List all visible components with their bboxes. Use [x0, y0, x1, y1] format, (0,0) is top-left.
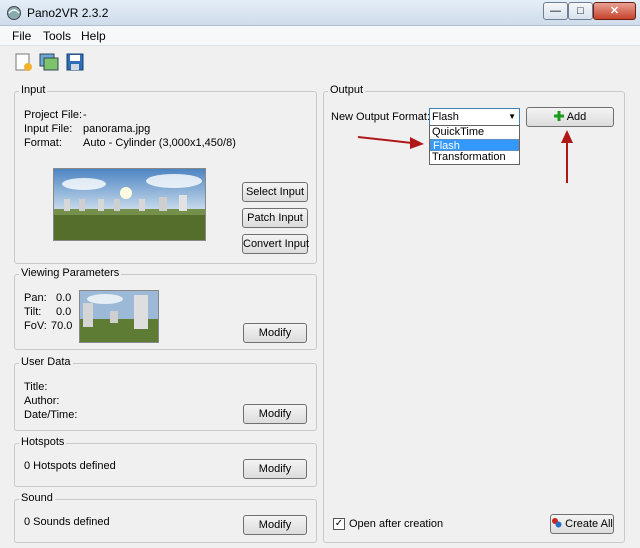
- open-after-creation-label: Open after creation: [349, 518, 444, 530]
- arrow-head-add: [561, 130, 573, 143]
- annotation-arrows: [357, 130, 573, 183]
- arrow-head-dropdown: [410, 137, 424, 149]
- gears-icon: [552, 518, 562, 528]
- open-after-creation-checkbox[interactable]: ✓: [333, 518, 345, 530]
- create-all-button[interactable]: Create All: [550, 514, 614, 534]
- create-all-label: Create All: [565, 518, 613, 530]
- arrow-to-dropdown: [357, 136, 413, 144]
